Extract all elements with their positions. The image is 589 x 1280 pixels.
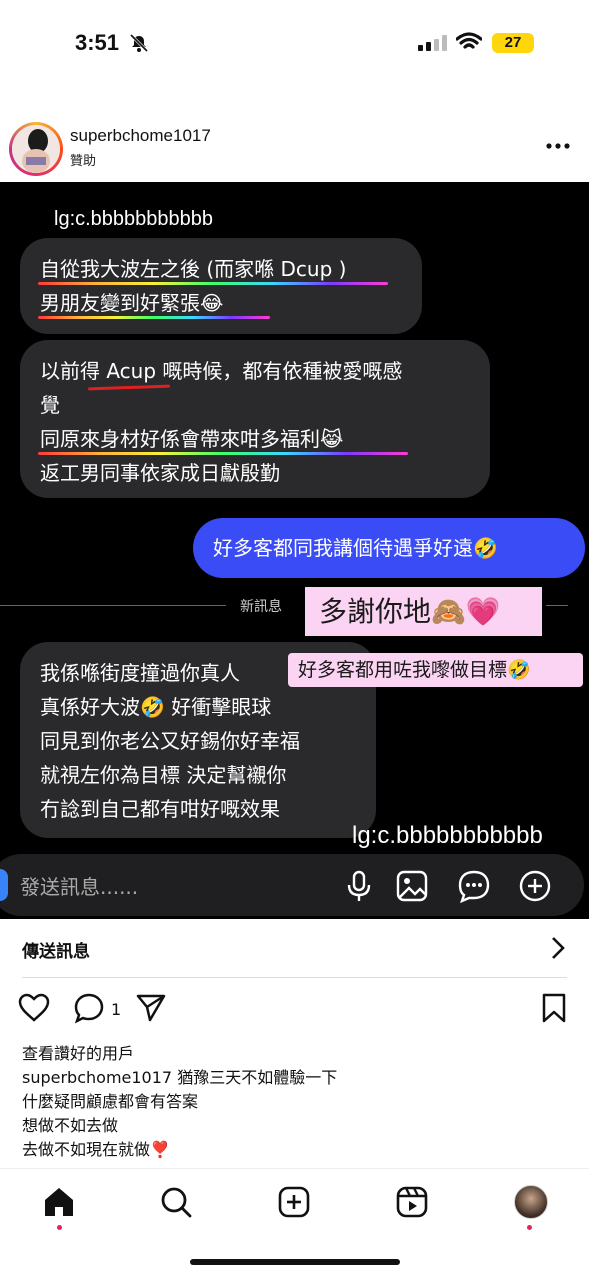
composer-placeholder: 發送訊息...... bbox=[20, 875, 139, 899]
chevron-right-icon bbox=[552, 937, 565, 959]
reels-icon[interactable] bbox=[395, 1185, 429, 1219]
divider-left bbox=[0, 605, 226, 606]
bubble3-line2: 真係好大波🤣 好衝擊眼球 bbox=[40, 695, 272, 719]
highlight-underline bbox=[38, 452, 408, 455]
caption-text-1: 猶豫三天不如體驗一下 bbox=[177, 1068, 338, 1087]
watermark-bottom: lg:c.bbbbbbbbbbb bbox=[352, 822, 543, 849]
likes-link[interactable]: 查看讚好的用戶 bbox=[22, 1042, 134, 1066]
profile-avatar[interactable] bbox=[9, 122, 63, 176]
bubble1-line2: 男朋友變到好緊張😂 bbox=[40, 291, 224, 315]
profile-notification-dot bbox=[527, 1225, 532, 1230]
highlight-underline bbox=[38, 316, 270, 319]
post-header: superbchome1017 贊助 bbox=[0, 112, 589, 182]
add-plus-icon bbox=[519, 870, 551, 902]
post-username[interactable]: superbchome1017 bbox=[70, 126, 211, 146]
home-indicator bbox=[190, 1259, 400, 1265]
caption-username[interactable]: superbchome1017 bbox=[22, 1068, 172, 1087]
wifi-icon bbox=[456, 32, 482, 49]
gallery-icon bbox=[396, 870, 428, 902]
sticker-chat-icon bbox=[458, 870, 490, 903]
bell-muted-icon bbox=[129, 33, 149, 53]
bubble1-line1: 自從我大波左之後 (而家喺 Dcup ) bbox=[40, 257, 347, 281]
bubble2-line3: 同原來身材好係會帶來咁多福利😹 bbox=[40, 427, 344, 451]
previous-content-fade bbox=[24, 72, 154, 84]
outgoing-bubble: 好多客都同我講個待遇爭好遠🤣 bbox=[193, 518, 585, 578]
share-send-icon[interactable] bbox=[135, 992, 167, 1024]
comment-count: 1 bbox=[111, 1000, 122, 1019]
caption-first-line: superbchome1017 猶豫三天不如體驗一下 bbox=[22, 1066, 337, 1090]
bubble3-line4: 就視左你為目標 決定幫襯你 bbox=[40, 763, 287, 787]
new-messages-label: 新訊息 bbox=[240, 599, 282, 615]
incoming-bubble-2: 以前得 Acup 嘅時候，都有依種被愛嘅感 覺 同原來身材好係會帶來咁多福利😹 … bbox=[20, 340, 490, 498]
caption-text-4: 去做不如現在就做❣️ bbox=[22, 1140, 170, 1159]
separator bbox=[22, 977, 567, 978]
search-icon[interactable] bbox=[159, 1185, 193, 1219]
home-icon[interactable] bbox=[42, 1185, 76, 1219]
bubble2-line1: 以前得 Acup 嘅時候，都有依種被愛嘅感 bbox=[40, 359, 403, 383]
caption-text-2: 什麼疑問顧慮都會有答案 bbox=[22, 1092, 199, 1111]
battery-level: 27 bbox=[504, 34, 522, 51]
divider-right bbox=[546, 605, 568, 606]
comment-icon[interactable] bbox=[73, 992, 105, 1024]
sponsored-label: 贊助 bbox=[70, 154, 97, 169]
caption-text-3: 想做不如去做 bbox=[22, 1116, 119, 1135]
like-heart-icon[interactable] bbox=[18, 992, 50, 1024]
profile-tab-avatar[interactable] bbox=[514, 1185, 548, 1219]
status-bar: 3:51 27 bbox=[0, 0, 589, 84]
incoming-bubble-1: 自從我大波左之後 (而家喺 Dcup ) 男朋友變到好緊張😂 bbox=[20, 238, 422, 334]
highlight-underline bbox=[38, 282, 388, 285]
bubble2-line2: 覺 bbox=[40, 393, 60, 417]
bubble3-line3: 同見到你老公又好錫你好幸福 bbox=[40, 729, 300, 753]
post-actions: 1 bbox=[0, 990, 589, 1030]
cellular-signal-icon bbox=[418, 35, 447, 51]
target-sticker: 好多客都用咗我嚟做目標🤣 bbox=[288, 653, 583, 687]
post-image-chat-screenshot[interactable]: lg:c.bbbbbbbbbbb 自從我大波左之後 (而家喺 Dcup ) 男朋… bbox=[0, 182, 589, 919]
save-bookmark-icon[interactable] bbox=[538, 992, 570, 1024]
camera-button-edge bbox=[0, 869, 8, 901]
bubble2-line4: 返工男同事依家成日獻殷勤 bbox=[40, 461, 280, 485]
message-composer: 發送訊息...... bbox=[0, 854, 584, 916]
send-message-row[interactable]: 傳送訊息 bbox=[0, 919, 589, 977]
bubble3-line5: 冇諗到自己都有咁好嘅效果 bbox=[40, 797, 280, 821]
battery-indicator: 27 bbox=[492, 33, 534, 53]
avatar-image bbox=[12, 125, 60, 173]
clock: 3:51 bbox=[75, 30, 120, 55]
microphone-icon bbox=[347, 870, 371, 901]
send-message-label: 傳送訊息 bbox=[22, 942, 90, 962]
home-notification-dot bbox=[57, 1225, 62, 1230]
create-post-icon[interactable] bbox=[277, 1185, 311, 1219]
thanks-sticker: 多謝你地🙈💗 bbox=[305, 587, 542, 636]
more-options-icon[interactable] bbox=[545, 142, 571, 150]
watermark-top: lg:c.bbbbbbbbbbb bbox=[54, 208, 214, 230]
